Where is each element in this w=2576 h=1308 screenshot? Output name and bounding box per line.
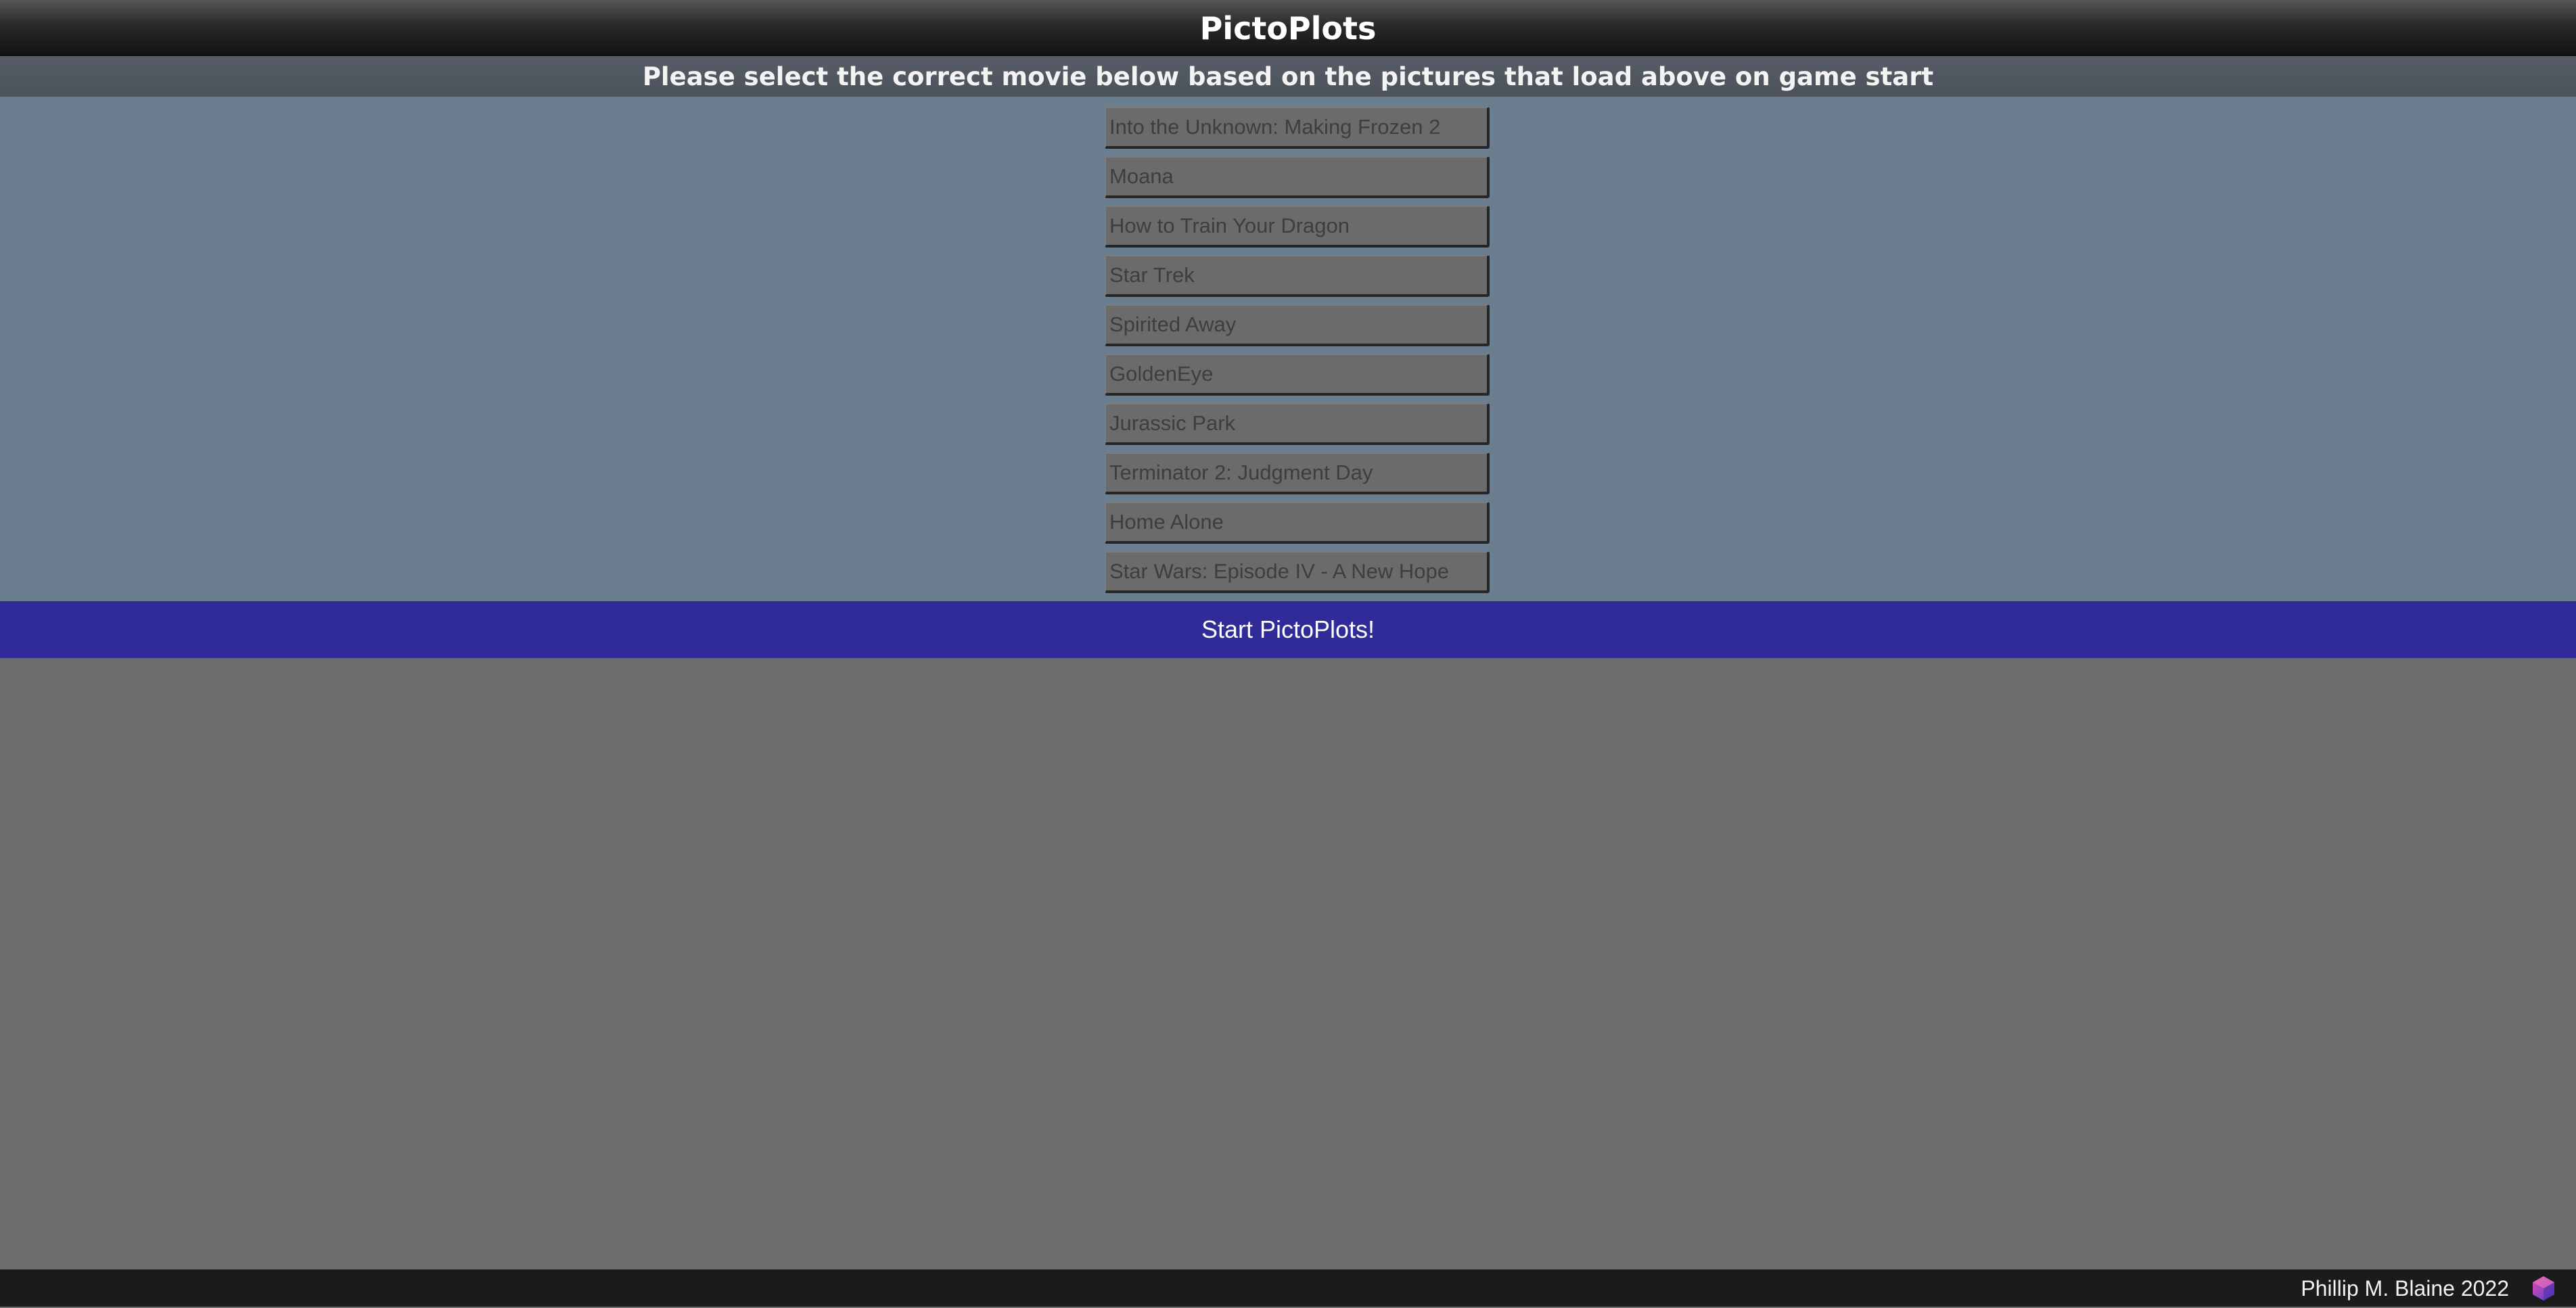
movie-option-button[interactable]: Moana [1105,156,1490,198]
movie-option-button[interactable]: Terminator 2: Judgment Day [1105,452,1490,494]
movie-option-button[interactable]: Star Wars: Episode IV - A New Hope [1105,551,1490,593]
movie-options-panel: Into the Unknown: Making Frozen 2 Moana … [0,97,2576,601]
movie-option-button[interactable]: Spirited Away [1105,304,1490,346]
instruction-bar: Please select the correct movie below ba… [0,56,2576,97]
app-title: PictoPlots [1199,9,1377,47]
hexagon-cube-logo-icon [2533,1276,2554,1301]
app-header: PictoPlots [0,0,2576,56]
movie-option-button[interactable]: GoldenEye [1105,354,1490,396]
movie-option-button[interactable]: Into the Unknown: Making Frozen 2 [1105,107,1490,149]
movie-option-button[interactable]: Home Alone [1105,502,1490,544]
start-game-button[interactable]: Start PictoPlots! [0,601,2576,658]
app-footer: Phillip M. Blaine 2022 [0,1269,2576,1307]
picture-game-area [0,658,2576,1269]
instruction-text: Please select the correct movie below ba… [642,62,1934,91]
movie-option-button[interactable]: Star Trek [1105,255,1490,297]
movie-option-button[interactable]: How to Train Your Dragon [1105,206,1490,248]
movie-option-list: Into the Unknown: Making Frozen 2 Moana … [1105,107,1490,601]
footer-credit: Phillip M. Blaine 2022 [2301,1276,2509,1301]
movie-option-button[interactable]: Jurassic Park [1105,403,1490,445]
